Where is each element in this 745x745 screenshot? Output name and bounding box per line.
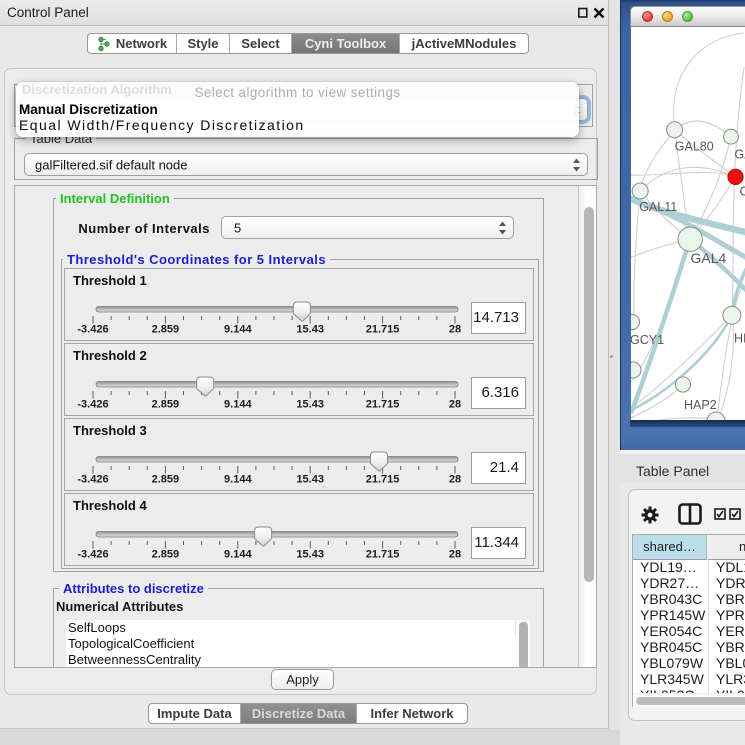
svg-text:-3.426: -3.426	[77, 399, 108, 411]
svg-text:21.715: 21.715	[366, 324, 400, 336]
svg-text:15.43: 15.43	[296, 474, 324, 486]
svg-text:-3.426: -3.426	[77, 474, 108, 486]
svg-text:HI: HI	[734, 332, 745, 346]
svg-text:2.859: 2.859	[152, 549, 180, 561]
svg-text:9.144: 9.144	[224, 399, 252, 411]
svg-text:21.715: 21.715	[366, 474, 400, 486]
svg-text:GAL80: GAL80	[675, 140, 714, 154]
svg-text:28: 28	[449, 474, 461, 486]
svg-text:2.859: 2.859	[152, 324, 180, 336]
svg-text:28: 28	[449, 549, 461, 561]
svg-text:GAL11: GAL11	[639, 200, 677, 214]
svg-text:28: 28	[449, 399, 461, 411]
svg-text:15.43: 15.43	[296, 399, 324, 411]
svg-text:15.43: 15.43	[296, 549, 324, 561]
svg-text:GAL4: GAL4	[691, 250, 727, 266]
svg-text:9.144: 9.144	[224, 474, 252, 486]
svg-text:9.144: 9.144	[224, 549, 252, 561]
svg-text:-3.426: -3.426	[77, 549, 108, 561]
svg-text:9.144: 9.144	[224, 324, 252, 336]
svg-text:21.715: 21.715	[366, 399, 400, 411]
svg-text:2.859: 2.859	[152, 474, 180, 486]
svg-text:-3.426: -3.426	[77, 324, 108, 336]
svg-text:GCY1: GCY1	[631, 333, 664, 347]
svg-text:GA: GA	[735, 148, 745, 162]
svg-text:C: C	[740, 185, 745, 199]
svg-text:15.43: 15.43	[296, 324, 324, 336]
svg-text:28: 28	[449, 324, 461, 336]
svg-text:21.715: 21.715	[366, 549, 400, 561]
svg-text:2.859: 2.859	[152, 399, 180, 411]
svg-text:HAP2: HAP2	[684, 398, 717, 412]
